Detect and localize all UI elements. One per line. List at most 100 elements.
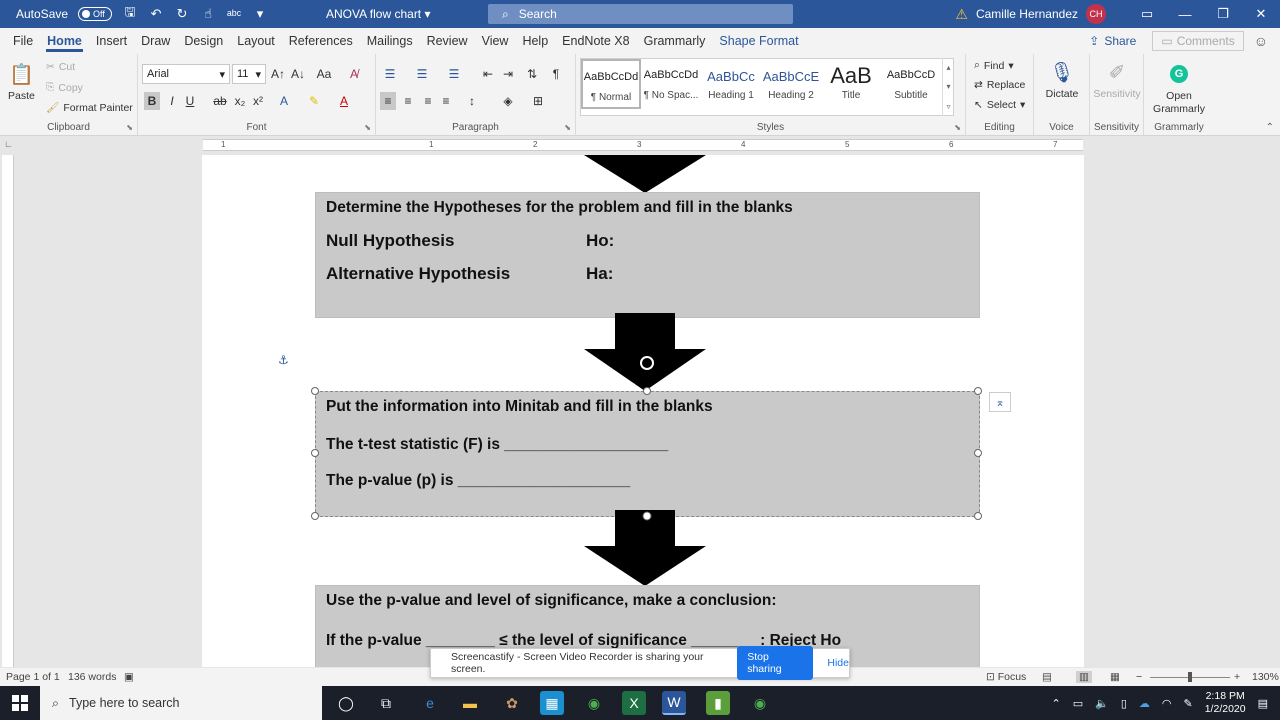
resize-handle[interactable] — [311, 512, 319, 520]
resize-handle[interactable] — [643, 387, 651, 395]
undo-icon[interactable]: ↶ — [148, 6, 164, 22]
chrome-icon[interactable]: ◉ — [748, 691, 772, 715]
launcher-icon[interactable]: ⬊ — [126, 123, 133, 132]
read-mode-icon[interactable]: ▤ — [1042, 671, 1052, 683]
resize-handle[interactable] — [974, 449, 982, 457]
task-view-icon[interactable]: ⧉ — [374, 691, 398, 715]
layout-options-icon[interactable]: ⌅ — [989, 392, 1011, 412]
resize-handle[interactable] — [311, 387, 319, 395]
tab-design[interactable]: Design — [177, 28, 230, 54]
shrink-font-icon[interactable]: A↓ — [290, 65, 306, 83]
font-size-combo[interactable]: 11 ▾ — [232, 64, 266, 84]
file-explorer-icon[interactable]: ▬ — [458, 691, 482, 715]
launcher-icon[interactable]: ⬊ — [954, 123, 961, 132]
edge-icon[interactable]: e — [418, 691, 442, 715]
grow-font-icon[interactable]: A↑ — [270, 65, 286, 83]
shading-icon[interactable]: ◈ — [500, 92, 516, 110]
resize-handle[interactable] — [974, 512, 982, 520]
zoom-in-icon[interactable]: + — [1234, 671, 1240, 683]
proofing-icon[interactable]: ▣ — [124, 671, 134, 683]
find-button[interactable]: ⌕ Find ▾ — [974, 59, 1014, 72]
increase-indent-icon[interactable]: ⇥ — [500, 65, 516, 83]
tab-selector-icon[interactable]: ∟ — [4, 139, 13, 149]
hide-button[interactable]: Hide — [827, 657, 849, 669]
bold-icon[interactable]: B — [144, 92, 160, 110]
zoom-level[interactable]: 130% — [1252, 671, 1279, 683]
autosave-toggle[interactable]: Off — [78, 7, 113, 21]
anchor-icon[interactable]: ⚓ — [278, 353, 289, 367]
align-right-icon[interactable]: ≡ — [420, 92, 436, 110]
highlight-icon[interactable]: ✎ — [306, 92, 322, 110]
underline-icon[interactable]: U — [182, 92, 198, 110]
store-icon[interactable]: ▦ — [540, 691, 564, 715]
minitab-icon[interactable]: ▮ — [706, 691, 730, 715]
select-button[interactable]: ↖ Select ▾ — [974, 99, 1025, 111]
comments-button[interactable]: ▭ Comments — [1152, 31, 1244, 51]
taskbar-search[interactable]: ⌕ Type here to search — [40, 686, 322, 720]
save-icon[interactable]: 🖫 — [122, 4, 138, 22]
style-item[interactable]: AaB Title — [821, 59, 881, 109]
restore-icon[interactable]: ❐ — [1204, 0, 1242, 28]
avatar[interactable]: CH — [1086, 4, 1106, 24]
italic-icon[interactable]: I — [164, 92, 180, 110]
tab-layout[interactable]: Layout — [230, 28, 282, 54]
chrome-icon[interactable]: ◉ — [582, 691, 606, 715]
notifications-icon[interactable]: ▤ — [1258, 697, 1268, 710]
tab-help[interactable]: Help — [515, 28, 555, 54]
tab-view[interactable]: View — [475, 28, 516, 54]
multilevel-list-icon[interactable]: ☰ — [446, 65, 462, 83]
app-icon[interactable]: ✿ — [500, 691, 524, 715]
clear-format-icon[interactable]: A̸ — [346, 65, 362, 83]
style-item[interactable]: AaBbCcE Heading 2 — [761, 59, 821, 109]
excel-icon[interactable]: X — [622, 691, 646, 715]
share-button[interactable]: ⇪ Share — [1083, 32, 1142, 50]
redo-icon[interactable]: ↻ — [174, 6, 190, 22]
zoom-out-icon[interactable]: − — [1136, 671, 1142, 683]
user-name[interactable]: Camille Hernandez — [976, 7, 1078, 21]
tab-file[interactable]: File — [6, 28, 40, 54]
strikethrough-icon[interactable]: ab — [212, 92, 228, 110]
tab-review[interactable]: Review — [420, 28, 475, 54]
launcher-icon[interactable]: ⬊ — [364, 123, 371, 132]
justify-icon[interactable]: ≡ — [438, 92, 454, 110]
tray-chevron-icon[interactable]: ⌃ — [1052, 697, 1061, 710]
clock[interactable]: 2:18 PM 1/2/2020 — [1205, 690, 1246, 716]
smiley-icon[interactable]: ☺ — [1254, 33, 1268, 49]
dictate-button[interactable]: 🎙 Dictate — [1038, 58, 1086, 101]
battery-icon[interactable]: ▯ — [1121, 697, 1127, 710]
sort-icon[interactable]: ⇅ — [524, 65, 540, 83]
flow-arrow[interactable] — [584, 313, 706, 391]
document-title[interactable]: ANOVA flow chart ▾ — [326, 7, 431, 21]
spelling-icon[interactable]: ᵃᵇᶜ — [226, 6, 242, 22]
text-effects-icon[interactable]: A — [276, 92, 292, 110]
minitab-box[interactable]: Put the information into Minitab and fil… — [315, 391, 980, 517]
pilcrow-icon[interactable]: ¶ — [548, 65, 564, 83]
t-test-statistic-line[interactable]: The t-test statistic (F) is ____________… — [326, 436, 668, 454]
numbering-icon[interactable]: ☰ — [414, 65, 430, 83]
volume-icon[interactable]: 🔈 — [1095, 697, 1109, 710]
line-spacing-icon[interactable]: ↕ — [464, 92, 480, 110]
tab-home[interactable]: Home — [40, 28, 89, 54]
wifi-icon[interactable]: ◠ — [1162, 697, 1172, 710]
paste-button[interactable]: 📋 Paste — [8, 60, 35, 103]
stop-sharing-button[interactable]: Stop sharing — [737, 646, 814, 680]
style-item[interactable]: AaBbCcD Subtitle — [881, 59, 941, 109]
resize-handle[interactable] — [311, 449, 319, 457]
scroll-down-icon[interactable]: ▾ — [946, 82, 950, 91]
focus-button[interactable]: ⊡ Focus — [986, 671, 1026, 683]
font-color-icon[interactable]: A — [336, 92, 352, 110]
p-value-line[interactable]: The p-value (p) is ____________________ — [326, 472, 630, 490]
zoom-thumb[interactable] — [1188, 672, 1192, 682]
ribbon-display-icon[interactable]: ▭ — [1128, 0, 1166, 28]
open-grammarly-button[interactable]: G Open Grammarly — [1150, 60, 1208, 116]
change-case-icon[interactable]: Aa — [316, 65, 332, 83]
bullets-icon[interactable]: ☰ — [382, 65, 398, 83]
font-name-combo[interactable]: Arial ▾ — [142, 64, 230, 84]
minimize-icon[interactable]: — — [1166, 0, 1204, 28]
onedrive-icon[interactable]: ☁ — [1139, 697, 1150, 710]
tab-endnote-x8[interactable]: EndNote X8 — [555, 28, 636, 54]
touch-mode-icon[interactable]: ☝ — [200, 6, 216, 22]
tab-mailings[interactable]: Mailings — [360, 28, 420, 54]
pen-icon[interactable]: ✎ — [1184, 697, 1193, 710]
tab-grammarly[interactable]: Grammarly — [637, 28, 713, 54]
